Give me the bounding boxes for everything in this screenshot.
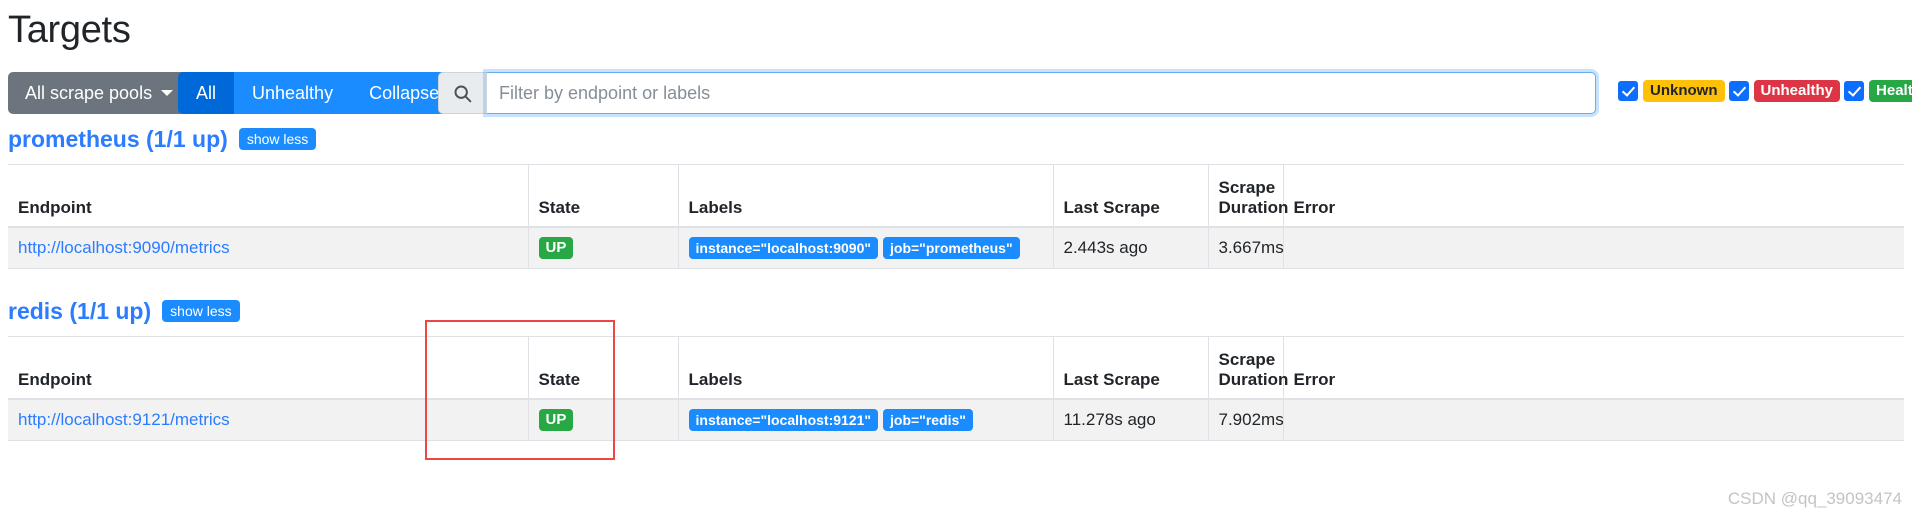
- toggle-show-less-prometheus[interactable]: show less: [238, 128, 317, 150]
- label-badge-job[interactable]: job="prometheus": [883, 236, 1020, 259]
- status-badge-unhealthy: Unhealthy: [1753, 80, 1841, 102]
- checkbox-healthy[interactable]: [1844, 81, 1865, 101]
- status-filter-healthy[interactable]: Healthy: [1844, 80, 1912, 102]
- cell-scrape-duration: 3.667ms: [1208, 226, 1284, 269]
- table-row: http://localhost:9121/metrics UP instanc…: [8, 398, 1904, 441]
- cell-error: [1283, 398, 1904, 441]
- cell-state: UP: [528, 398, 679, 441]
- job-section-prometheus: prometheus (1/1 up) show less Endpoint S…: [8, 126, 1904, 269]
- column-header-endpoint: Endpoint: [8, 336, 529, 400]
- scrape-duration-line2: Duration: [1218, 369, 1289, 389]
- status-filter-unknown[interactable]: Unknown: [1618, 80, 1725, 102]
- column-header-state: State: [528, 164, 679, 228]
- endpoint-link[interactable]: http://localhost:9090/metrics: [18, 238, 230, 257]
- checkbox-unhealthy[interactable]: [1728, 81, 1749, 101]
- targets-table-prometheus: Endpoint State Labels Last Scrape Scrape…: [8, 164, 1904, 269]
- cell-labels: instance="localhost:9090" job="prometheus…: [678, 226, 1054, 269]
- cell-endpoint: http://localhost:9121/metrics: [8, 398, 529, 441]
- status-badge-unknown: Unknown: [1643, 80, 1725, 102]
- chevron-down-icon: [161, 90, 174, 96]
- column-header-error: Error: [1283, 164, 1904, 228]
- state-badge-up: UP: [538, 408, 574, 431]
- column-header-labels: Labels: [678, 336, 1054, 400]
- cell-endpoint: http://localhost:9090/metrics: [8, 226, 529, 269]
- label-badge-instance[interactable]: instance="localhost:9090": [688, 236, 879, 259]
- view-filter-button-group: All Unhealthy Collapse All: [178, 72, 482, 114]
- label-badge-job[interactable]: job="redis": [883, 408, 973, 431]
- targets-table-redis: Endpoint State Labels Last Scrape Scrape…: [8, 336, 1904, 441]
- table-header-row: Endpoint State Labels Last Scrape Scrape…: [8, 164, 1904, 228]
- cell-error: [1283, 226, 1904, 269]
- toggle-show-less-redis[interactable]: show less: [162, 300, 240, 322]
- label-badge-instance[interactable]: instance="localhost:9121": [688, 408, 879, 431]
- targets-page: Targets All scrape pools All Unhealthy C…: [0, 0, 1912, 519]
- checkbox-unknown[interactable]: [1618, 81, 1638, 101]
- search-group: [438, 72, 1596, 114]
- scrape-duration-line1: Scrape: [1218, 177, 1276, 197]
- toolbar: All scrape pools All Unhealthy Collapse …: [8, 72, 1912, 114]
- scrape-pool-dropdown[interactable]: All scrape pools: [8, 72, 191, 114]
- search-icon: [438, 72, 486, 114]
- column-header-endpoint: Endpoint: [8, 164, 529, 228]
- table-header-row: Endpoint State Labels Last Scrape Scrape…: [8, 336, 1904, 400]
- status-badge-healthy: Healthy: [1869, 80, 1912, 102]
- column-header-last-scrape: Last Scrape: [1053, 164, 1209, 228]
- job-header-prometheus: prometheus (1/1 up) show less: [8, 126, 1904, 152]
- column-header-state: State: [528, 336, 679, 400]
- watermark: CSDN @qq_39093474: [1727, 489, 1902, 508]
- status-filter-group: Unknown Unhealthy Healthy: [1618, 80, 1912, 102]
- cell-last-scrape: 11.278s ago: [1053, 398, 1209, 441]
- job-title-prometheus: prometheus (1/1 up): [8, 126, 228, 152]
- cell-scrape-duration: 7.902ms: [1208, 398, 1284, 441]
- column-header-error: Error: [1283, 336, 1904, 400]
- filter-all-button[interactable]: All: [178, 72, 235, 114]
- status-filter-unhealthy[interactable]: Unhealthy: [1728, 80, 1841, 102]
- cell-state: UP: [528, 226, 679, 269]
- scrape-pool-dropdown-label: All scrape pools: [25, 83, 153, 103]
- endpoint-link[interactable]: http://localhost:9121/metrics: [18, 410, 230, 429]
- scrape-duration-line1: Scrape: [1218, 349, 1276, 369]
- job-section-redis: redis (1/1 up) show less Endpoint State …: [8, 298, 1904, 441]
- job-header-redis: redis (1/1 up) show less: [8, 298, 1904, 324]
- table-row: http://localhost:9090/metrics UP instanc…: [8, 226, 1904, 269]
- job-title-redis: redis (1/1 up): [8, 298, 152, 324]
- cell-labels: instance="localhost:9121" job="redis": [678, 398, 1054, 441]
- column-header-last-scrape: Last Scrape: [1053, 336, 1209, 400]
- filter-unhealthy-button[interactable]: Unhealthy: [234, 72, 352, 114]
- column-header-labels: Labels: [678, 164, 1054, 228]
- cell-last-scrape: 2.443s ago: [1053, 226, 1209, 269]
- page-title: Targets: [8, 9, 131, 51]
- scrape-duration-line2: Duration: [1218, 197, 1289, 217]
- search-input[interactable]: [486, 72, 1596, 114]
- column-header-scrape-duration: Scrape Duration: [1208, 336, 1288, 400]
- column-header-scrape-duration: Scrape Duration: [1208, 164, 1288, 228]
- state-badge-up: UP: [538, 236, 574, 259]
